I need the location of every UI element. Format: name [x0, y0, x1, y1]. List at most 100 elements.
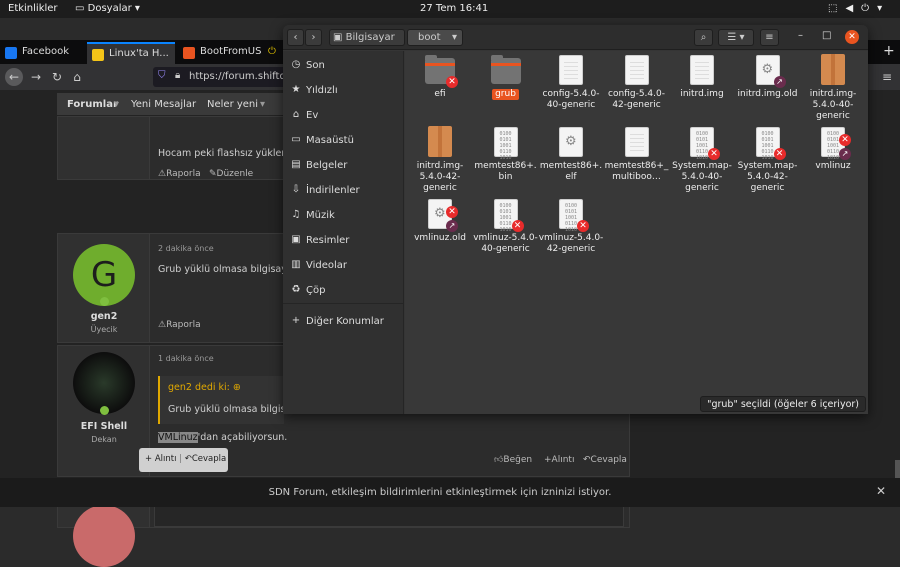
home-button[interactable]: ⌂	[68, 68, 86, 86]
sidebar-item-label: Çöp	[306, 285, 326, 296]
post-time[interactable]: 2 dakika önce	[158, 244, 214, 253]
view-toggle[interactable]: ☰ ▾	[718, 29, 754, 46]
binary-file-icon: 0100 0101 1001 0110 1010 ✕	[753, 126, 786, 161]
path-boot[interactable]: boot ▾	[407, 29, 463, 46]
username[interactable]: gen2	[58, 311, 150, 322]
sidebar-item-downloads[interactable]: ⇩ İndirilenler	[283, 180, 404, 202]
url-bar[interactable]: ⛉ 🔒︎ https://forum.shiftd	[153, 67, 288, 87]
popup-quote-button[interactable]: + Alıntı	[145, 454, 176, 464]
clock[interactable]: 27 Tem 16:41	[420, 3, 488, 14]
file-item[interactable]: 0100 0101 1001 0110 1010 ✕ System.map-5.4.0-40…	[669, 126, 735, 194]
file-item[interactable]: initrd.img	[669, 54, 735, 100]
file-item[interactable]: 0100 0101 1001 0110 1010 ✕ vmlinuz-5.4.0-40-ge…	[473, 198, 539, 255]
menu-button[interactable]: ≡	[760, 29, 779, 46]
close-icon[interactable]: ✕	[876, 484, 886, 498]
file-item[interactable]: 0100 0101 1001 0110 1010 ✕ System.map-5.4.0-42…	[735, 126, 801, 194]
tab-linux[interactable]: Linux'ta H...	[87, 42, 175, 64]
text-file-icon	[622, 54, 652, 86]
like-link[interactable]: 👍︎Beğen	[494, 455, 532, 465]
places-sidebar: ◷ Son ★ Yıldızlı ⌂ Ev ▭ Masaüstü ▤ Belgeler ⇩ İndir…	[283, 51, 404, 414]
sidebar-item-label: Yıldızlı	[306, 85, 338, 96]
tab-bootfromusb[interactable]: BootFromUS...	[178, 42, 262, 64]
caret-down-icon: ▾	[114, 99, 120, 110]
quote-link[interactable]: +Alıntı	[544, 455, 574, 465]
like-label: Beğen	[503, 455, 533, 465]
sidebar-item-trash[interactable]: ♻ Çöp	[283, 280, 404, 302]
back-button[interactable]: ‹	[287, 29, 304, 46]
nav-new-messages[interactable]: Yeni Mesajlar	[131, 99, 196, 110]
file-item[interactable]: config-5.4.0-42-generic	[604, 54, 670, 111]
forward-button[interactable]: →	[27, 68, 45, 86]
search-button[interactable]: ⌕	[694, 29, 713, 46]
file-item[interactable]: 0100 0101 1001 0110 1010 ✕ vmlinuz-5.4.0-42-ge…	[538, 198, 604, 255]
popup-reply-label: Cevapla	[191, 454, 227, 464]
nav-whats-new[interactable]: Neler yeni	[207, 99, 258, 110]
sidebar-item-star[interactable]: ★ Yıldızlı	[283, 80, 404, 102]
sidebar-item-pictures[interactable]: ▣ Resimler	[283, 230, 404, 252]
file-item[interactable]: 0100 0101 1001 0110 1010 ✕ ↗ vmlinuz	[800, 126, 866, 172]
binary-file-icon: 0100 0101 1001 0110 1010 ✕	[556, 198, 589, 233]
activities-button[interactable]: Etkinlikler	[8, 3, 58, 14]
file-item[interactable]: memtest86+_multiboo…	[604, 126, 670, 183]
sidebar-item-videos[interactable]: ▥ Videolar	[283, 255, 404, 277]
list-view-icon: ☰ ▾	[727, 32, 745, 43]
sidebar-item-music[interactable]: ♫ Müzik	[283, 205, 404, 227]
sidebar-item-desktop[interactable]: ▭ Masaüstü	[283, 130, 404, 152]
file-item[interactable]: ✕ efi	[407, 54, 473, 100]
reply-label: Cevapla	[590, 455, 627, 465]
downloads-icon: ⇩	[291, 184, 301, 195]
file-name: memtest86+.bin	[474, 161, 537, 182]
report-link[interactable]: ⚠Raporla	[158, 169, 201, 179]
reload-button[interactable]: ↻	[48, 68, 66, 86]
drive-icon: ▣	[333, 32, 343, 43]
path-computer-label: Bilgisayar	[345, 32, 395, 43]
file-item[interactable]: grub	[473, 54, 539, 100]
avatar[interactable]	[73, 352, 135, 414]
file-item[interactable]: 0100 0101 1001 0110 1010 memtest86+.bin	[473, 126, 539, 183]
sidebar-item-label: Resimler	[306, 235, 350, 246]
sidebar-item-label: Son	[306, 60, 325, 71]
sidebar-item-label: Diğer Konumlar	[306, 316, 384, 327]
executable-file-icon	[556, 126, 586, 158]
executable-file-icon: ↗	[753, 54, 786, 88]
editor-toolbar[interactable]	[154, 505, 624, 527]
forward-button[interactable]: ›	[305, 29, 322, 46]
sidebar-item-clock[interactable]: ◷ Son	[283, 55, 404, 77]
facebook-icon	[5, 47, 17, 59]
file-name: initrd.img-5.4.0-42-generic	[416, 161, 464, 193]
files-app-menu[interactable]: ▭ Dosyalar ▾	[75, 3, 140, 14]
nav-forums[interactable]: Forumlar	[67, 99, 118, 110]
plus-icon: +	[291, 315, 301, 326]
reply-link[interactable]: ↶Cevapla	[583, 455, 627, 465]
file-item[interactable]: initrd.img-5.4.0-40-generic	[800, 54, 866, 122]
report-link[interactable]: ⚠Raporla	[158, 320, 201, 330]
popup-reply-button[interactable]: ↶Cevapla	[185, 454, 227, 464]
file-item[interactable]: ✕↗vmlinuz.old	[407, 198, 473, 244]
edit-link[interactable]: ✎Düzenle	[209, 169, 253, 179]
post-time[interactable]: 1 dakika önce	[158, 354, 214, 363]
app-menu-label: Dosyalar	[87, 3, 132, 14]
file-item[interactable]: config-5.4.0-40-generic	[538, 54, 604, 111]
tab-facebook[interactable]: Facebook	[0, 42, 83, 64]
binary-file-icon: 0100 0101 1001 0110 1010 ✕	[491, 198, 524, 233]
file-item[interactable]: memtest86+.elf	[538, 126, 604, 183]
close-button[interactable]: ✕	[845, 30, 859, 44]
unreadable-emblem-icon: ✕	[446, 76, 458, 88]
user-role: Üyecik	[90, 325, 118, 334]
back-button[interactable]: ←	[5, 68, 23, 86]
sidebar-item-documents[interactable]: ▤ Belgeler	[283, 155, 404, 177]
path-computer[interactable]: ▣ Bilgisayar	[329, 29, 405, 46]
sidebar-item-home[interactable]: ⌂ Ev	[283, 105, 404, 127]
maximize-button[interactable]: □	[822, 30, 831, 41]
quote-author[interactable]: gen2 dedi ki: ⊕	[168, 382, 241, 393]
username[interactable]: EFI Shell	[58, 421, 150, 432]
folder-icon: ▭	[75, 3, 85, 14]
system-tray[interactable]: ⬚◀⏻▾	[828, 3, 890, 14]
hamburger-icon: ≡	[765, 32, 774, 43]
sidebar-item-plus[interactable]: + Diğer Konumlar	[283, 311, 404, 333]
new-tab-button[interactable]: +	[883, 43, 895, 59]
minimize-button[interactable]: –	[798, 30, 803, 41]
file-item[interactable]: ↗initrd.img.old	[735, 54, 801, 100]
menu-icon[interactable]: ≡	[878, 68, 896, 86]
file-item[interactable]: initrd.img-5.4.0-42-generic	[407, 126, 473, 194]
